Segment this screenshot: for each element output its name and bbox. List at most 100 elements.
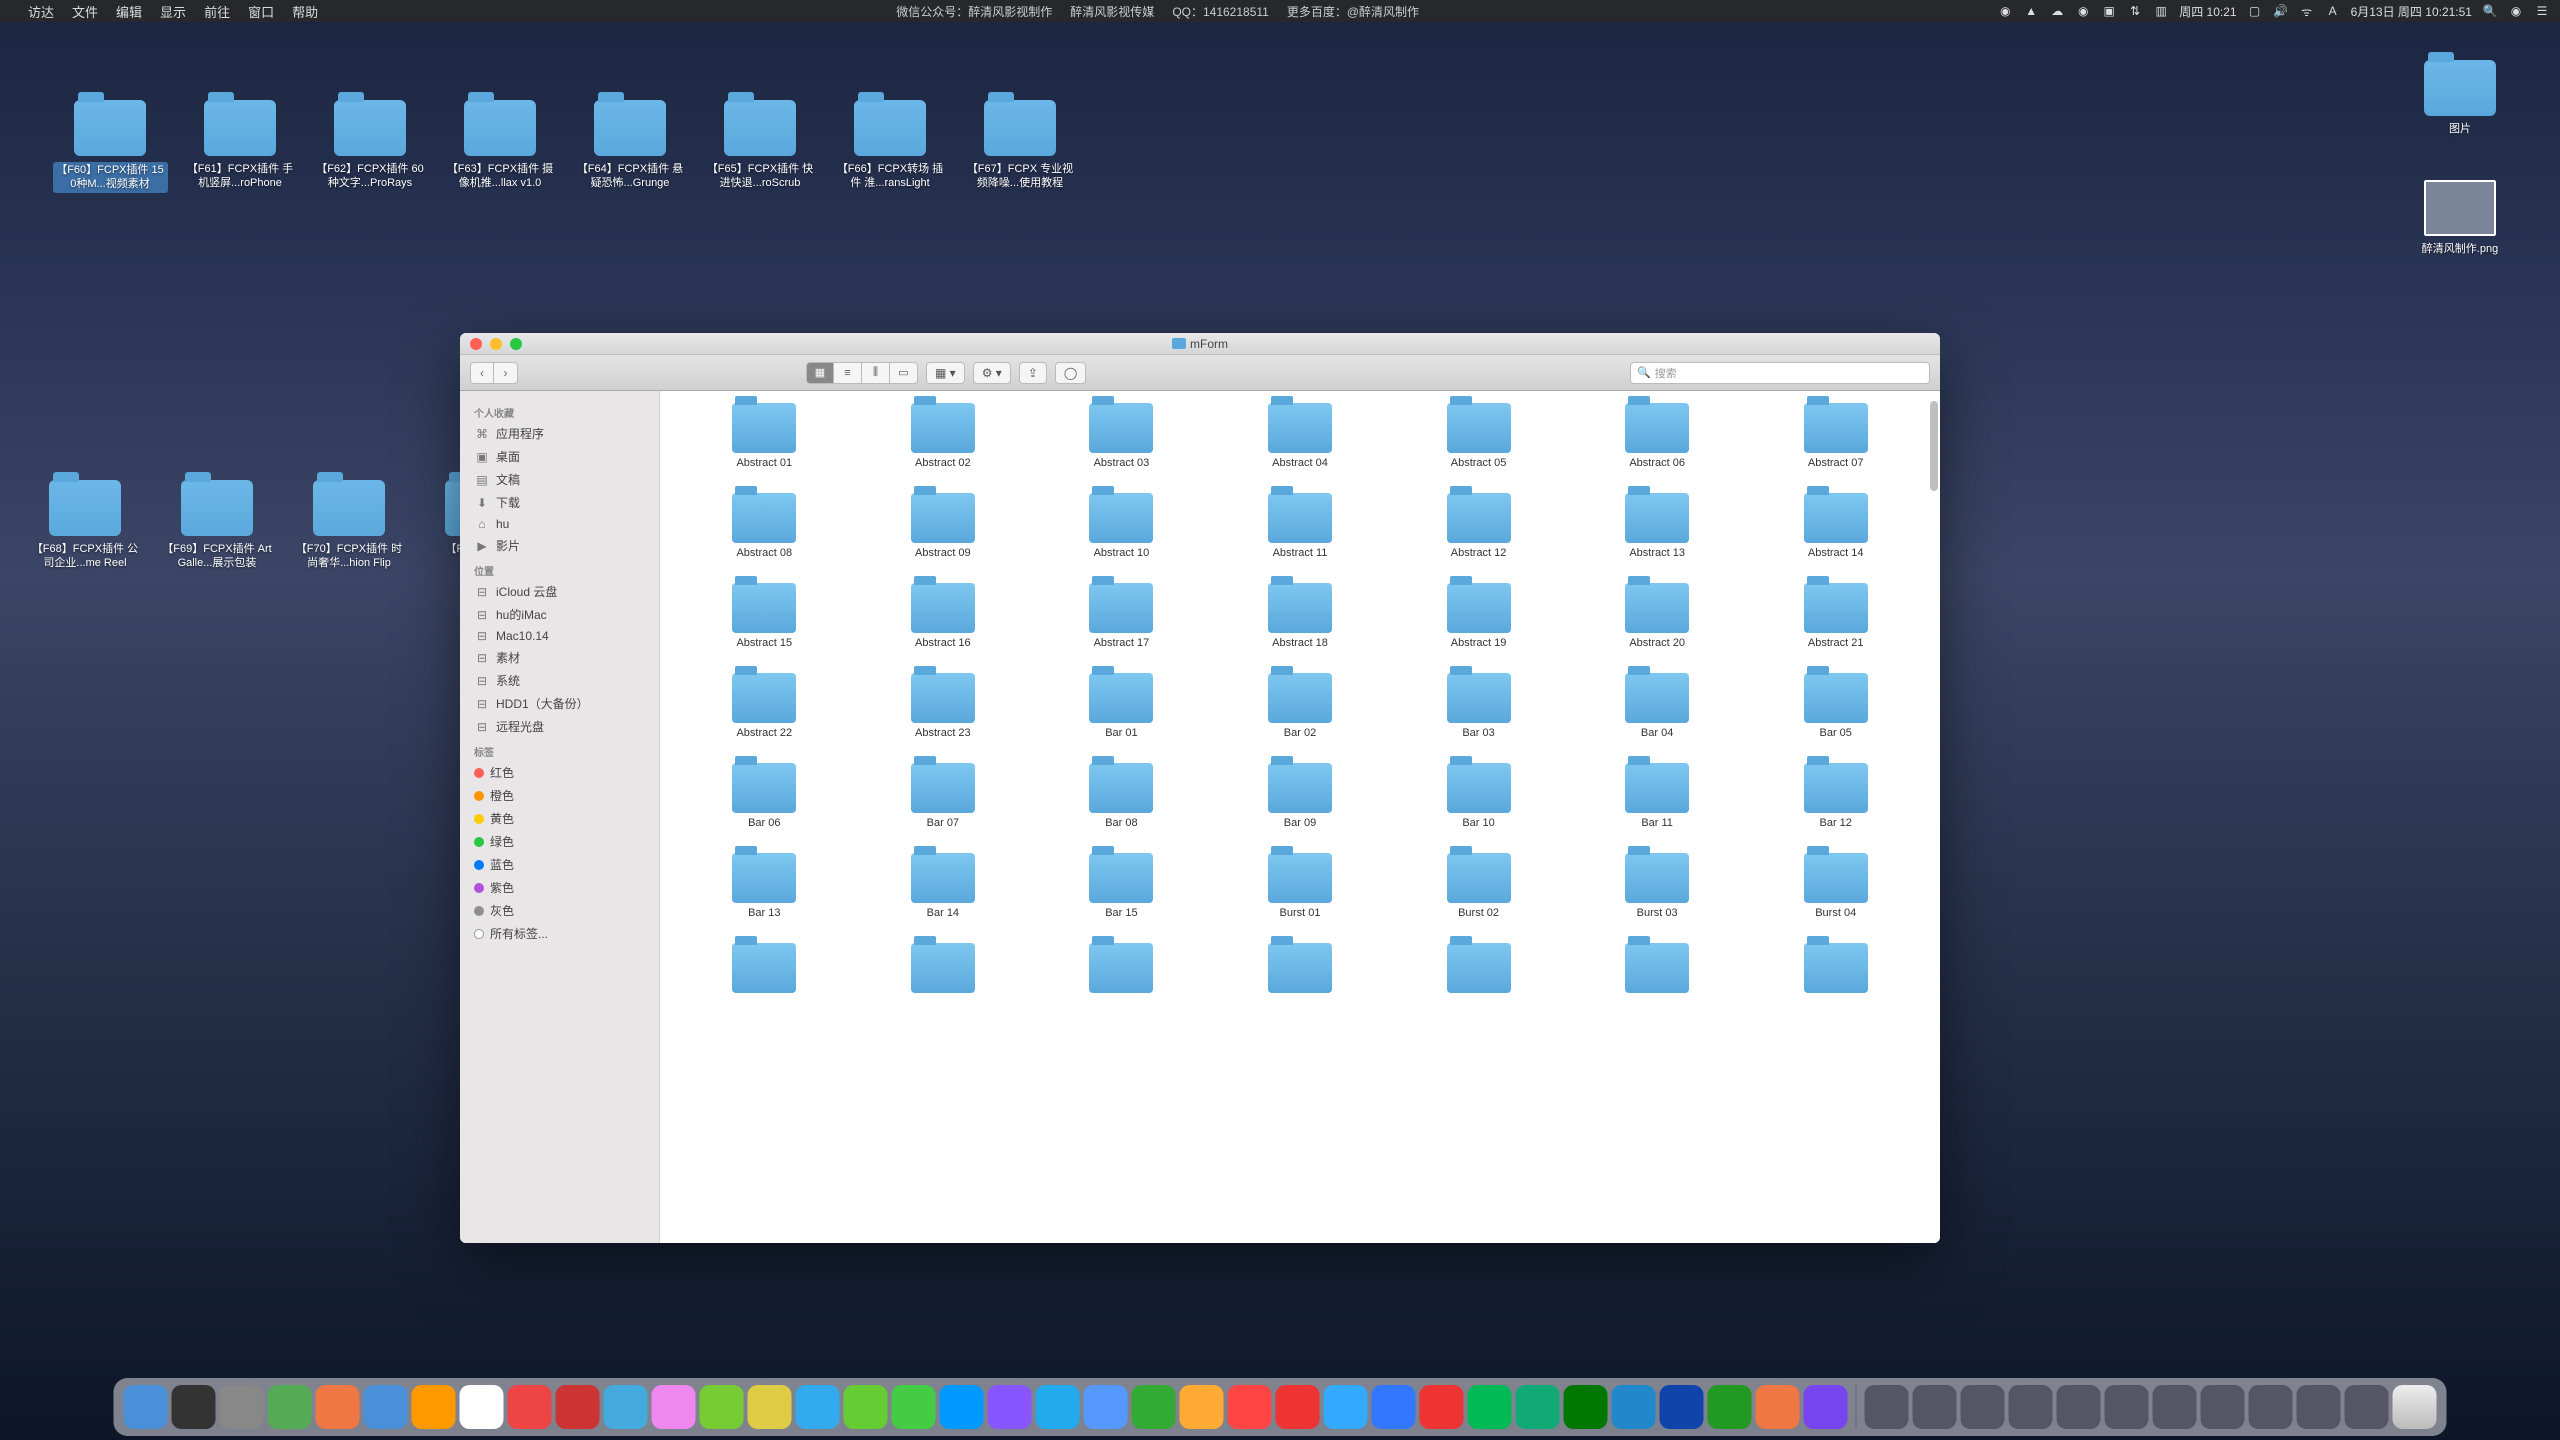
sidebar-item[interactable]: ▶影片 (460, 534, 659, 557)
sidebar-tag[interactable]: 橙色 (460, 784, 659, 807)
desktop-folder[interactable]: 【F67】FCPX 专业视频降噪...使用教程 (960, 100, 1080, 191)
menu-window[interactable]: 窗口 (248, 2, 274, 21)
net-icon[interactable]: ⇅ (2127, 3, 2143, 19)
dock-app[interactable] (1036, 1385, 1080, 1429)
sidebar-tag[interactable]: 红色 (460, 761, 659, 784)
folder-item[interactable]: Abstract 20 (1573, 583, 1742, 649)
folder-item[interactable]: Burst 03 (1573, 853, 1742, 919)
sidebar-item[interactable]: ⬇下载 (460, 491, 659, 514)
sidebar-tag[interactable]: 灰色 (460, 899, 659, 922)
folder-item[interactable]: Abstract 02 (859, 403, 1028, 469)
cloud-icon[interactable]: ☁ (2049, 3, 2065, 19)
dock-app[interactable] (1420, 1385, 1464, 1429)
dock-app[interactable] (652, 1385, 696, 1429)
sidebar-item[interactable]: ⌘应用程序 (460, 422, 659, 445)
sidebar-item[interactable]: ▤文稿 (460, 468, 659, 491)
sidebar-tag[interactable]: 所有标签... (460, 922, 659, 945)
dock-app[interactable] (1804, 1385, 1848, 1429)
sidebar-item[interactable]: ⊟HDD1（大备份） (460, 692, 659, 715)
folder-item[interactable]: Abstract 09 (859, 493, 1028, 559)
folder-item[interactable]: Abstract 22 (680, 673, 849, 739)
desktop-folder[interactable]: 【F65】FCPX插件 快进快退...roScrub (700, 100, 820, 191)
sidebar-tag[interactable]: 蓝色 (460, 853, 659, 876)
view-column-button[interactable]: ⫼ (862, 362, 890, 384)
action-button[interactable]: ⚙ ▾ (973, 362, 1011, 384)
dock-app[interactable] (556, 1385, 600, 1429)
sidebar-tag[interactable]: 绿色 (460, 830, 659, 853)
status-icon[interactable]: ▲ (2023, 3, 2039, 19)
dock-app[interactable] (460, 1385, 504, 1429)
sidebar-tag[interactable]: 黄色 (460, 807, 659, 830)
dock-app[interactable] (124, 1385, 168, 1429)
folder-item[interactable]: Abstract 10 (1037, 493, 1206, 559)
dock-app[interactable] (2201, 1385, 2245, 1429)
menu-view[interactable]: 显示 (160, 2, 186, 21)
folder-item[interactable]: Abstract 07 (1751, 403, 1920, 469)
folder-item[interactable]: Abstract 03 (1037, 403, 1206, 469)
dock-app[interactable] (316, 1385, 360, 1429)
back-button[interactable]: ‹ (470, 362, 494, 384)
dock-app[interactable] (1324, 1385, 1368, 1429)
folder-item[interactable]: Bar 13 (680, 853, 849, 919)
desktop-folder[interactable]: 【F70】FCPX插件 时尚奢华...hion Flip (289, 480, 409, 571)
folder-item[interactable]: Abstract 23 (859, 673, 1028, 739)
wifi-icon[interactable]: ᯤ (2299, 3, 2315, 19)
dock-app[interactable] (268, 1385, 312, 1429)
folder-item[interactable]: Bar 02 (1216, 673, 1385, 739)
folder-item[interactable]: Abstract 08 (680, 493, 849, 559)
folder-item[interactable]: Abstract 19 (1394, 583, 1563, 649)
folder-item[interactable]: Abstract 11 (1216, 493, 1385, 559)
dock-app[interactable] (844, 1385, 888, 1429)
view-list-button[interactable]: ≡ (834, 362, 862, 384)
desktop-folder[interactable]: 【F60】FCPX插件 150种M...视频素材 (50, 100, 170, 193)
folder-item[interactable]: Abstract 17 (1037, 583, 1206, 649)
close-button[interactable] (470, 338, 482, 350)
dock-app[interactable] (940, 1385, 984, 1429)
folder-item[interactable]: Bar 14 (859, 853, 1028, 919)
titlebar[interactable]: mForm (460, 333, 1940, 355)
folder-item[interactable] (1216, 943, 1385, 997)
folder-item[interactable]: Bar 15 (1037, 853, 1206, 919)
content-area[interactable]: Abstract 01Abstract 02Abstract 03Abstrac… (660, 391, 1940, 1243)
folder-item[interactable]: Bar 08 (1037, 763, 1206, 829)
dock-app[interactable] (988, 1385, 1032, 1429)
dock-app[interactable] (1564, 1385, 1608, 1429)
folder-item[interactable] (680, 943, 849, 997)
sidebar-item[interactable]: ⌂hu (460, 514, 659, 534)
wechat-icon[interactable]: ◉ (2075, 3, 2091, 19)
view-icon-button[interactable]: ▦ (806, 362, 834, 384)
spotlight-icon[interactable]: 🔍 (2482, 3, 2498, 19)
folder-item[interactable]: Abstract 16 (859, 583, 1028, 649)
desktop-folder[interactable]: 【F62】FCPX插件 60种文字...ProRays (310, 100, 430, 191)
dock-app[interactable] (2345, 1385, 2389, 1429)
dock-app[interactable] (2009, 1385, 2053, 1429)
folder-item[interactable]: Bar 04 (1573, 673, 1742, 739)
folder-item[interactable]: Bar 10 (1394, 763, 1563, 829)
folder-item[interactable]: Bar 12 (1751, 763, 1920, 829)
folder-item[interactable]: Bar 07 (859, 763, 1028, 829)
clock-short[interactable]: 周四 10:21 (2179, 3, 2236, 20)
folder-item[interactable]: Abstract 04 (1216, 403, 1385, 469)
sidebar-item[interactable]: ⊟系统 (460, 669, 659, 692)
volume-icon[interactable]: 🔊 (2273, 3, 2289, 19)
dock-app[interactable] (1468, 1385, 1512, 1429)
dock-app[interactable] (1180, 1385, 1224, 1429)
notification-icon[interactable]: ☰ (2534, 3, 2550, 19)
input-icon[interactable]: A (2325, 3, 2341, 19)
folder-item[interactable] (1037, 943, 1206, 997)
dock-app[interactable] (1084, 1385, 1128, 1429)
folder-item[interactable]: Abstract 05 (1394, 403, 1563, 469)
folder-item[interactable]: Bar 09 (1216, 763, 1385, 829)
menu-help[interactable]: 帮助 (292, 2, 318, 21)
dock-app[interactable] (2153, 1385, 2197, 1429)
menu-finder[interactable]: 访达 (28, 2, 54, 21)
desktop-folder-pictures[interactable]: 图片 (2400, 60, 2520, 136)
folder-item[interactable]: Abstract 13 (1573, 493, 1742, 559)
sidebar-item[interactable]: ▣桌面 (460, 445, 659, 468)
dock-app[interactable] (892, 1385, 936, 1429)
dock-app[interactable] (1961, 1385, 2005, 1429)
maximize-button[interactable] (510, 338, 522, 350)
folder-item[interactable]: Burst 04 (1751, 853, 1920, 919)
dock-app[interactable] (748, 1385, 792, 1429)
dock-app[interactable] (796, 1385, 840, 1429)
